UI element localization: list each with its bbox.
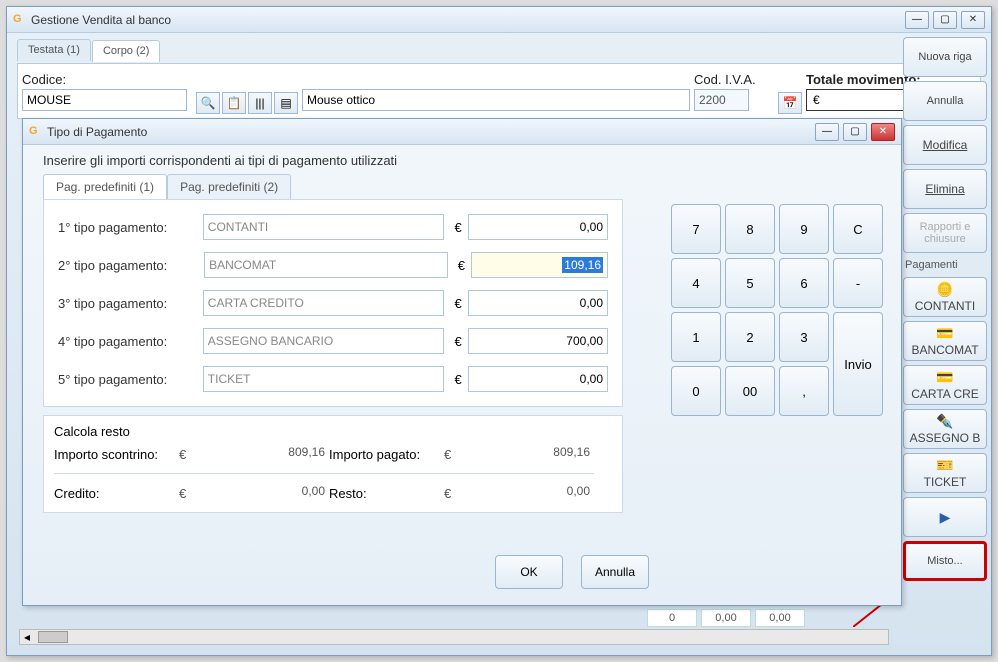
iva-label: Cod. I.V.A. [694,72,774,87]
scrollbar-thumb[interactable] [38,631,68,643]
dialog-title: Tipo di Pagamento [47,125,815,139]
actions-sidebar: Nuova riga Annulla Modifica Elimina Rapp… [903,37,987,581]
elimina-button[interactable]: Elimina [903,169,987,209]
main-tabs: Testata (1) Corpo (2) [17,39,981,61]
close-button[interactable]: ✕ [961,11,985,29]
iva-input[interactable] [694,89,749,111]
rapporti-button: Rapporti e chiusure [903,213,987,253]
lookup-icon[interactable]: 🔍 [196,92,220,114]
coins-icon: 🪙 [936,281,953,298]
payment-amount-3[interactable] [468,290,608,316]
payment-row-5: 5° tipo pagamento: € [58,366,608,392]
payment-types-panel: 1° tipo pagamento: € 2° tipo pagamento: … [43,199,623,407]
credito-label: Credito: [54,486,179,501]
codice-label: Codice: [22,72,192,87]
barcode-icon[interactable]: ||| [248,92,272,114]
minimize-button[interactable]: — [905,11,929,29]
list-icon[interactable]: ▤ [274,92,298,114]
payment-row-1: 1° tipo pagamento: € [58,214,608,240]
key-7[interactable]: 7 [671,204,721,254]
codice-input[interactable] [22,89,187,111]
numeric-keypad: 7 8 9 C 4 5 6 - 1 2 3 Invio 0 00 , [671,204,883,416]
importo-scontrino-value: 809,16 [193,443,329,465]
payment-amount-1[interactable] [468,214,608,240]
carta-button[interactable]: 💳CARTA CRE [903,365,987,405]
card-icon: 💳 [936,369,953,386]
key-minus[interactable]: - [833,258,883,308]
resto-value: 0,00 [458,482,594,504]
dialog-titlebar: G Tipo di Pagamento — ▢ ✕ [23,119,901,145]
annulla-button[interactable]: Annulla [903,81,987,121]
key-0[interactable]: 0 [671,366,721,416]
key-decimal[interactable]: , [779,366,829,416]
card-icon: 💳 [936,325,953,342]
payment-dialog: G Tipo di Pagamento — ▢ ✕ Inserire gli i… [22,118,902,606]
bancomat-button[interactable]: 💳BANCOMAT [903,321,987,361]
footer-cell-3: 0,00 [755,609,805,627]
importo-pagato-value: 809,16 [458,443,594,465]
payment-row-4: 4° tipo pagamento: € [58,328,608,354]
key-4[interactable]: 4 [671,258,721,308]
payment-name-2[interactable] [204,252,448,278]
window-title: Gestione Vendita al banco [31,13,905,27]
contanti-button[interactable]: 🪙CONTANTI [903,277,987,317]
importo-pagato-label: Importo pagato: [329,447,444,462]
main-titlebar: G Gestione Vendita al banco — ▢ ✕ [7,7,991,33]
key-5[interactable]: 5 [725,258,775,308]
payment-amount-5[interactable] [468,366,608,392]
calc-resto-label: Calcola resto [54,424,612,439]
key-enter[interactable]: Invio [833,312,883,416]
ticket-icon: 🎫 [936,457,953,474]
iva-lookup-icon[interactable]: 📅 [778,92,802,114]
footer-cell-1: 0 [647,609,697,627]
nuova-riga-button[interactable]: Nuova riga [903,37,987,77]
misto-button[interactable]: Misto... [903,541,987,581]
ticket-button[interactable]: 🎫TICKET [903,453,987,493]
dialog-close-button[interactable]: ✕ [871,123,895,141]
importo-scontrino-label: Importo scontrino: [54,447,179,462]
tab-predefiniti-1[interactable]: Pag. predefiniti (1) [43,174,167,199]
resto-label: Resto: [329,486,444,501]
key-1[interactable]: 1 [671,312,721,362]
key-6[interactable]: 6 [779,258,829,308]
credito-value: 0,00 [193,482,329,504]
payment-amount-2[interactable]: 109,16 [471,252,608,278]
horizontal-scrollbar[interactable]: ◂ [19,629,889,645]
copy-icon[interactable]: 📋 [222,92,246,114]
key-9[interactable]: 9 [779,204,829,254]
payment-row-2: 2° tipo pagamento: € 109,16 [58,252,608,278]
tab-corpo[interactable]: Corpo (2) [92,40,160,62]
app-icon: G [13,13,27,27]
payment-name-5[interactable] [203,366,445,392]
payment-name-1[interactable] [203,214,445,240]
payment-amount-4[interactable] [468,328,608,354]
ok-button[interactable]: OK [495,555,563,589]
pagamenti-header: Pagamenti [905,259,985,271]
key-clear[interactable]: C [833,204,883,254]
key-2[interactable]: 2 [725,312,775,362]
footer-cells: 0 0,00 0,00 [647,609,805,627]
key-8[interactable]: 8 [725,204,775,254]
payment-row-3: 3° tipo pagamento: € [58,290,608,316]
dialog-icon: G [29,125,43,139]
header-row: Codice: 🔍 📋 ||| ▤ Cod. I.V.A. 📅 Totale m… [17,63,981,119]
key-3[interactable]: 3 [779,312,829,362]
dialog-instruction: Inserire gli importi corrispondenti ai t… [43,153,881,168]
play-button[interactable]: ▶ [903,497,987,537]
footer-cell-2: 0,00 [701,609,751,627]
payment-name-3[interactable] [203,290,445,316]
change-calc-panel: Calcola resto Importo scontrino: €809,16… [43,415,623,513]
dialog-minimize-button[interactable]: — [815,123,839,141]
dialog-maximize-button[interactable]: ▢ [843,123,867,141]
tab-predefiniti-2[interactable]: Pag. predefiniti (2) [167,174,291,199]
key-00[interactable]: 00 [725,366,775,416]
pen-icon: ✒️ [936,413,953,430]
description-input[interactable] [302,89,690,111]
tab-testata[interactable]: Testata (1) [17,39,91,61]
assegno-button[interactable]: ✒️ASSEGNO B [903,409,987,449]
modifica-button[interactable]: Modifica [903,125,987,165]
payment-name-4[interactable] [203,328,445,354]
cancel-button[interactable]: Annulla [581,555,649,589]
maximize-button[interactable]: ▢ [933,11,957,29]
